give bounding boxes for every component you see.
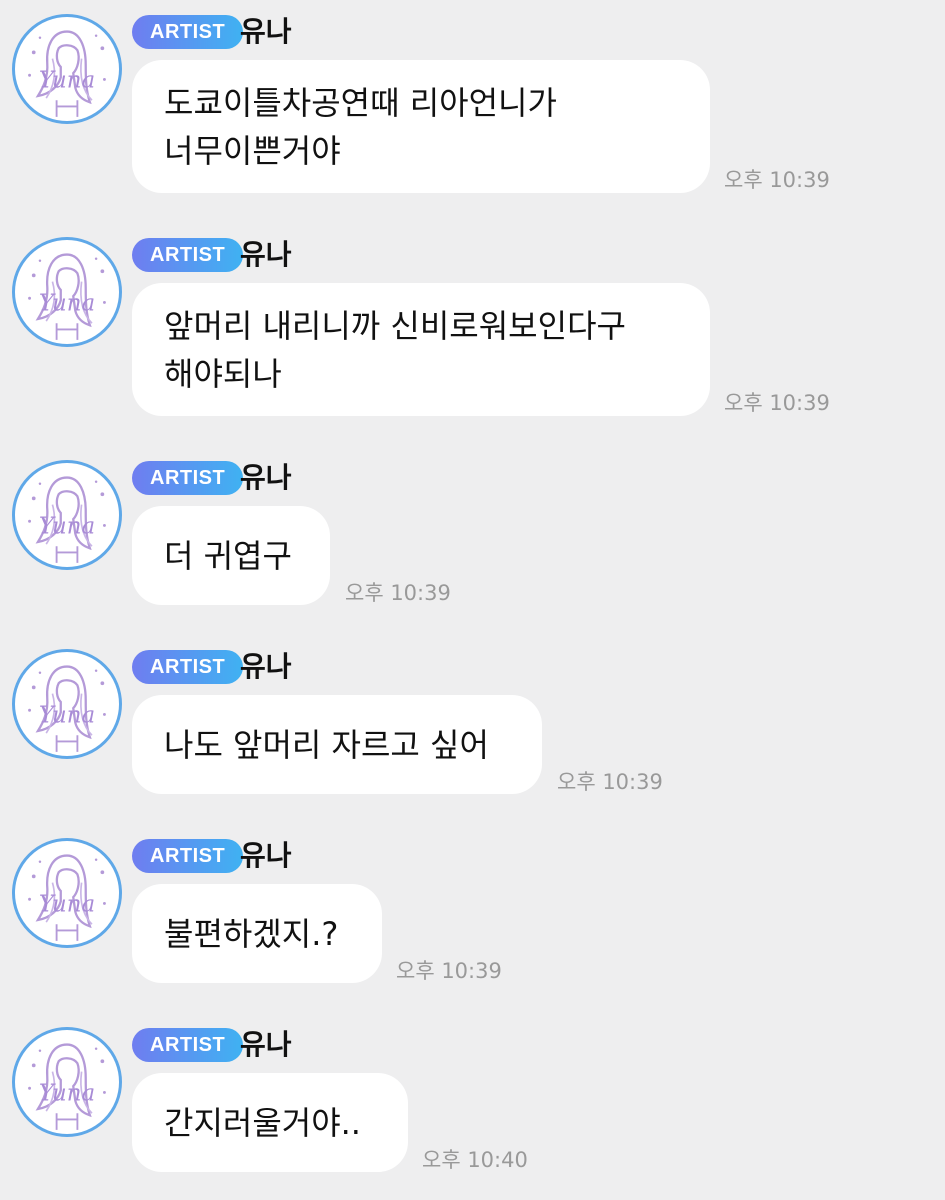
avatar[interactable]: Yuna	[12, 237, 122, 347]
artist-badge: ARTIST	[132, 461, 244, 495]
yuna-avatar-icon: Yuna	[28, 476, 106, 563]
artist-badge: ARTIST	[132, 15, 244, 49]
message-bubble[interactable]: 도쿄이틀차공연때 리아언니가 너무이쁜거야	[132, 60, 710, 193]
sender-name[interactable]: 유나	[240, 1026, 292, 1064]
message-item: Yuna ARTIST 유나 불편하겠지.? 오후 10:39	[0, 824, 945, 1014]
message-timestamp: 오후 10:40	[422, 1148, 528, 1172]
message-text: 간지러울거야..	[164, 1103, 361, 1142]
message-timestamp: 오후 10:39	[557, 770, 663, 794]
svg-text:Yuna: Yuna	[39, 291, 95, 317]
yuna-avatar-icon: Yuna	[28, 253, 106, 340]
message-bubble[interactable]: 간지러울거야..	[132, 1073, 408, 1172]
message-text: 나도 앞머리 자르고 싶어	[164, 725, 489, 764]
sender-name[interactable]: 유나	[240, 236, 292, 274]
message-text: 앞머리 내리니까 신비로워보인다구 해야되나	[164, 306, 626, 393]
sender-name[interactable]: 유나	[240, 837, 292, 875]
svg-text:Yuna: Yuna	[39, 68, 95, 94]
message-timestamp: 오후 10:39	[724, 168, 830, 192]
avatar[interactable]: Yuna	[12, 1027, 122, 1137]
message-text: 불편하겠지.?	[164, 914, 339, 953]
avatar[interactable]: Yuna	[12, 649, 122, 759]
svg-text:Yuna: Yuna	[39, 703, 95, 729]
avatar[interactable]: Yuna	[12, 460, 122, 570]
svg-text:Yuna: Yuna	[39, 892, 95, 918]
sender-name[interactable]: 유나	[240, 459, 292, 497]
artist-badge: ARTIST	[132, 1028, 244, 1062]
sender-name[interactable]: 유나	[240, 648, 292, 686]
message-text: 더 귀엽구	[164, 536, 292, 575]
avatar[interactable]: Yuna	[12, 838, 122, 948]
artist-badge: ARTIST	[132, 650, 244, 684]
artist-badge: ARTIST	[132, 238, 244, 272]
message-bubble[interactable]: 앞머리 내리니까 신비로워보인다구 해야되나	[132, 283, 710, 416]
message-bubble[interactable]: 불편하겠지.?	[132, 884, 382, 983]
artist-badge: ARTIST	[132, 839, 244, 873]
yuna-avatar-icon: Yuna	[28, 665, 106, 752]
message-bubble[interactable]: 나도 앞머리 자르고 싶어	[132, 695, 542, 794]
message-timestamp: 오후 10:39	[396, 959, 502, 983]
message-timestamp: 오후 10:39	[345, 581, 451, 605]
message-item: Yuna ARTIST 유나 더 귀엽구 오후 10:39	[0, 446, 945, 636]
yuna-avatar-icon: Yuna	[28, 854, 106, 941]
message-text: 도쿄이틀차공연때 리아언니가 너무이쁜거야	[164, 83, 557, 170]
yuna-avatar-icon: Yuna	[28, 1043, 106, 1130]
sender-name[interactable]: 유나	[240, 13, 292, 51]
svg-text:Yuna: Yuna	[39, 514, 95, 540]
avatar[interactable]: Yuna	[12, 14, 122, 124]
message-item: Yuna ARTIST 유나 나도 앞머리 자르고 싶어 오후 10:39	[0, 635, 945, 825]
message-timestamp: 오후 10:39	[724, 391, 830, 415]
message-item: Yuna ARTIST 유나 앞머리 내리니까 신비로워보인다구 해야되나 오후…	[0, 223, 945, 443]
svg-text:Yuna: Yuna	[39, 1081, 95, 1107]
message-bubble[interactable]: 더 귀엽구	[132, 506, 330, 605]
message-item: Yuna ARTIST 유나 간지러울거야.. 오후 10:40	[0, 1013, 945, 1200]
message-item: Yuna ARTIST 유나 도쿄이틀차공연때 리아언니가 너무이쁜거야 오후 …	[0, 0, 945, 220]
yuna-avatar-icon: Yuna	[28, 30, 106, 117]
